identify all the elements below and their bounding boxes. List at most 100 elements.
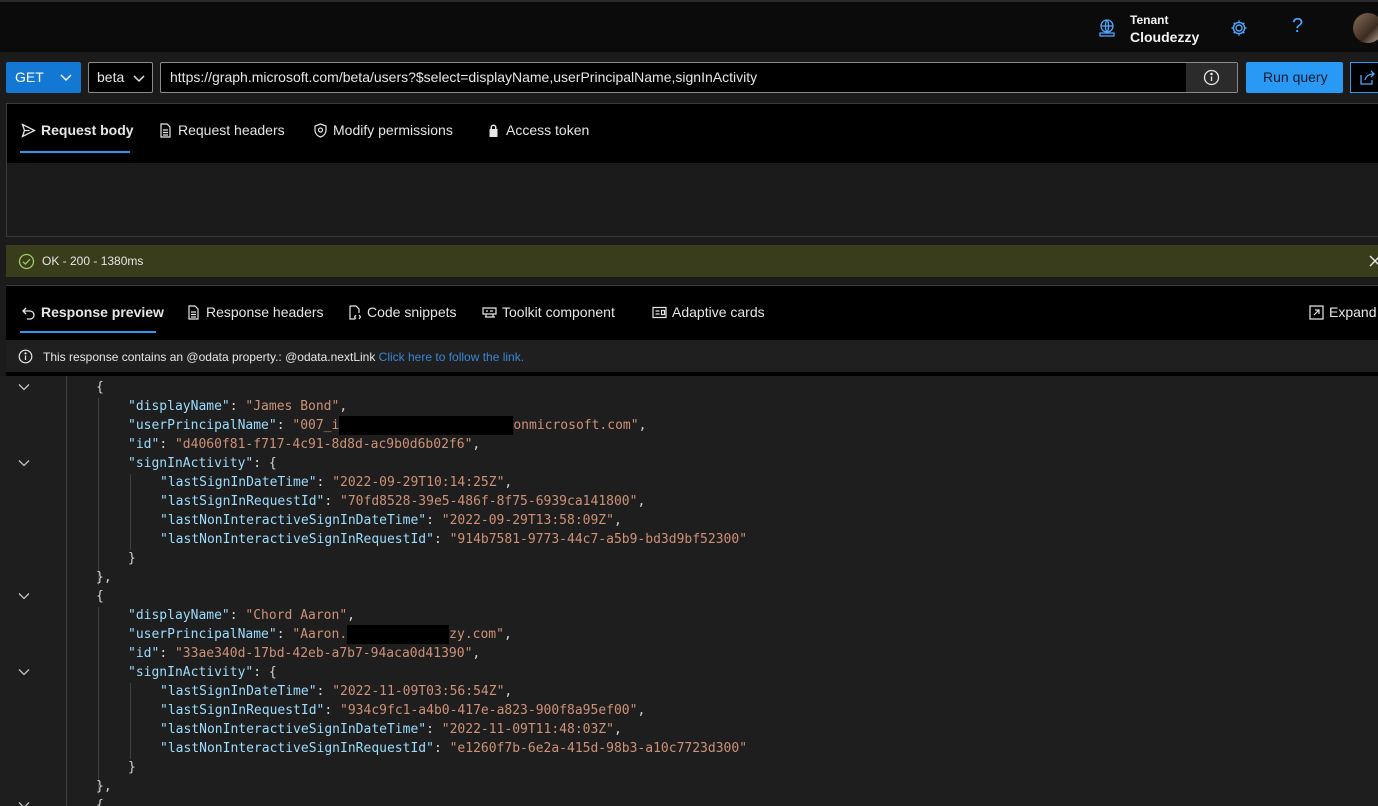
lock-icon [489,124,498,137]
last-noninteractive-request-value: e1260f7b-6e2a-415d-98b3-a10c7723d300 [457,741,740,756]
active-tab-indicator [20,331,156,333]
tab-request-body[interactable]: Request body [21,122,134,138]
indent-guide [130,474,131,550]
code-line: { [96,380,104,395]
odata-notice: This response contains an @odata propert… [6,340,1378,376]
toolkit-icon [482,307,497,318]
response-tabs: Response preview Response headers Code s… [6,285,1378,341]
id-value: 33ae340d-17bd-42eb-a7b7-94aca0d41390 [182,646,465,661]
upn-suffix: onmicrosoft.com [513,418,631,433]
checkmark-circle-icon [18,253,35,270]
request-panel: Request body Request headers Modify perm… [6,103,1378,237]
chevron-down-icon[interactable] [17,665,31,679]
chevron-down-icon[interactable] [17,589,31,603]
http-method-dropdown[interactable]: GET [6,62,81,93]
status-text: OK - 200 - 1380ms [42,254,144,268]
tab-code-snippets[interactable]: Code snippets [347,304,457,320]
info-icon [18,349,33,364]
chevron-down-icon[interactable] [17,456,31,470]
indent-guide [66,376,67,806]
id-value: d4060f81-f717-4c91-8d8d-ac9b0d6b02f6 [182,437,465,452]
notice-text: This response contains an @odata propert… [43,350,379,364]
tab-response-headers[interactable]: Response headers [186,304,324,320]
tenant-globe-icon[interactable] [1097,18,1117,38]
redaction-box [347,625,450,644]
code-icon [349,305,362,320]
run-query-label: Run query [1263,69,1328,85]
code-line: "userPrincipalName": "007_i onmicrosoft.… [128,416,647,435]
share-button[interactable] [1350,62,1378,93]
document-icon [160,123,171,138]
tab-label: Adaptive cards [672,304,765,320]
top-bar: Tenant Cloudezzy ? [0,0,1378,52]
expand-icon [1309,305,1324,320]
url-info-button[interactable] [1186,63,1237,92]
tenant-label: Tenant [1130,13,1169,27]
last-sign-in-value: 2022-09-29T10:14:25Z [340,475,497,490]
upn-prefix: 007_i [300,418,340,433]
code-line: { [96,589,104,604]
tab-label: Modify permissions [333,122,453,138]
tab-label: Toolkit component [502,304,615,320]
send-icon [21,123,36,138]
request-body-editor[interactable] [7,163,1378,236]
run-query-button[interactable]: Run query [1246,62,1343,93]
chevron-down-icon[interactable] [17,798,31,806]
gear-icon[interactable] [1229,18,1249,38]
active-tab-indicator [20,151,130,153]
version-value: beta [97,69,125,85]
share-icon [1360,70,1375,85]
query-url-text: https://graph.microsoft.com/beta/users?$… [170,69,758,85]
tab-adaptive-cards[interactable]: Adaptive cards [652,304,765,320]
indent-guide [130,683,131,759]
code-line: "lastNonInteractiveSignInDateTime": "202… [160,513,622,528]
code-line: "lastNonInteractiveSignInDateTime": "202… [160,722,622,737]
status-bar: OK - 200 - 1380ms [6,245,1378,277]
code-line: "lastNonInteractiveSignInRequestId": "91… [160,532,748,547]
tab-modify-permissions[interactable]: Modify permissions [313,122,453,138]
response-json-viewer[interactable]: { "displayName": "James Bond", "userPrin… [0,376,1378,806]
tab-request-headers[interactable]: Request headers [158,122,285,138]
document-icon [188,305,199,320]
tenant-name[interactable]: Cloudezzy [1130,29,1199,45]
tab-label: Response headers [206,304,324,320]
follow-next-link[interactable]: Click here to follow the link. [379,350,524,364]
code-line: "id": "33ae340d-17bd-42eb-a7b7-94aca0d41… [128,646,481,661]
tab-response-preview[interactable]: Response preview [21,304,164,320]
shield-icon [314,123,327,138]
code-line: } [128,760,136,775]
indent-guide [98,607,99,794]
last-sign-in-request-value: 934c9fc1-a4b0-417e-a823-900f8a95ef00 [347,703,630,718]
code-line: "lastSignInDateTime": "2022-09-29T10:14:… [160,475,513,490]
code-line: "signInActivity": { [128,456,277,471]
code-line: "lastSignInRequestId": "934c9fc1-a4b0-41… [160,703,646,718]
last-sign-in-request-value: 70fd8528-39e5-486f-8f75-6939ca141800 [347,494,630,509]
tab-label: Expand [1329,304,1377,320]
last-noninteractive-value: 2022-09-29T13:58:09Z [449,513,607,528]
tab-access-token[interactable]: Access token [486,122,589,138]
expand-button[interactable]: Expand [1309,304,1376,320]
query-url-input[interactable]: https://graph.microsoft.com/beta/users?$… [160,62,1238,93]
upn-prefix: Aaron. [300,627,348,642]
tab-label: Request body [41,122,134,138]
avatar[interactable] [1353,13,1378,43]
http-method-value: GET [15,69,44,85]
version-dropdown[interactable]: beta [88,62,153,93]
code-line: } [128,551,136,566]
code-line: "lastSignInRequestId": "70fd8528-39e5-48… [160,494,646,509]
code-line: "displayName": "Chord Aaron", [128,608,355,623]
redaction-box [339,416,514,435]
code-line: }, [96,779,112,794]
code-line: "lastSignInDateTime": "2022-11-09T03:56:… [160,684,513,699]
chevron-down-icon[interactable] [17,380,31,394]
display-name-value: Chord Aaron [253,608,340,623]
code-line: "userPrincipalName": "Aaron. zy.com", [128,625,512,644]
help-icon[interactable]: ? [1292,15,1303,38]
tab-label: Access token [506,122,590,138]
tab-label: Response preview [41,304,164,320]
tab-toolkit-component[interactable]: Toolkit component [482,304,615,320]
close-icon[interactable] [1368,254,1378,268]
indent-guide [98,398,99,585]
code-line: "id": "d4060f81-f717-4c91-8d8d-ac9b0d6b0… [128,437,481,452]
last-sign-in-value: 2022-11-09T03:56:54Z [340,684,497,699]
